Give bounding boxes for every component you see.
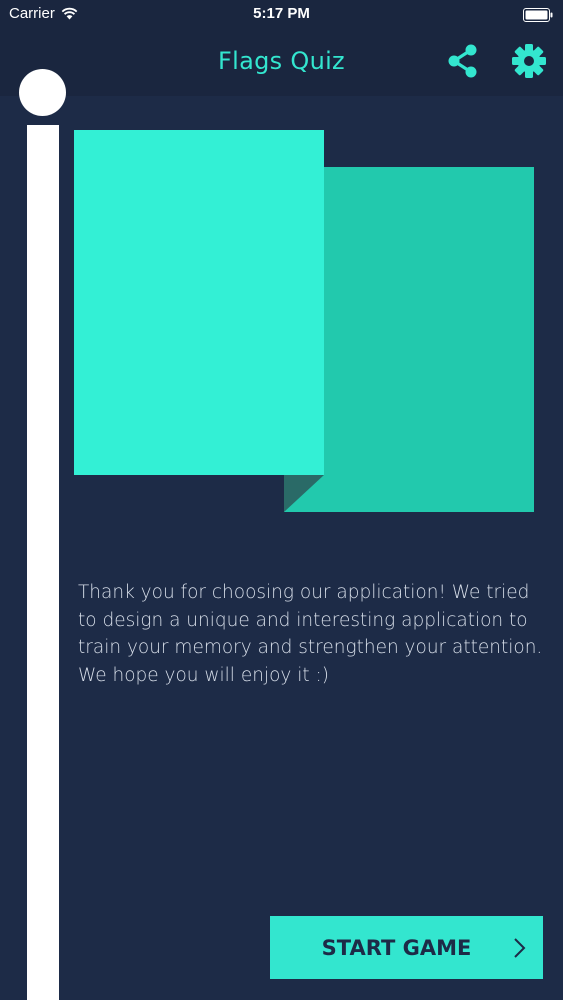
flag-pole-knob — [19, 69, 66, 116]
battery-icon — [523, 8, 553, 22]
status-bar: Carrier 5:17 PM — [0, 0, 563, 30]
status-time: 5:17 PM — [253, 5, 310, 22]
settings-button[interactable] — [510, 42, 548, 80]
start-game-button[interactable]: START GAME — [270, 916, 543, 979]
flag-illustration — [74, 130, 534, 512]
flag-pole — [27, 125, 59, 1000]
welcome-description: Thank you for choosing our application! … — [78, 582, 543, 686]
gear-icon — [512, 44, 546, 78]
flag-front-panel — [74, 130, 324, 475]
share-button[interactable] — [444, 42, 482, 80]
share-icon — [448, 44, 477, 78]
chevron-right-icon — [514, 938, 526, 958]
nav-bar: Flags Quiz — [0, 30, 563, 96]
start-game-label: START GAME — [321, 936, 472, 960]
